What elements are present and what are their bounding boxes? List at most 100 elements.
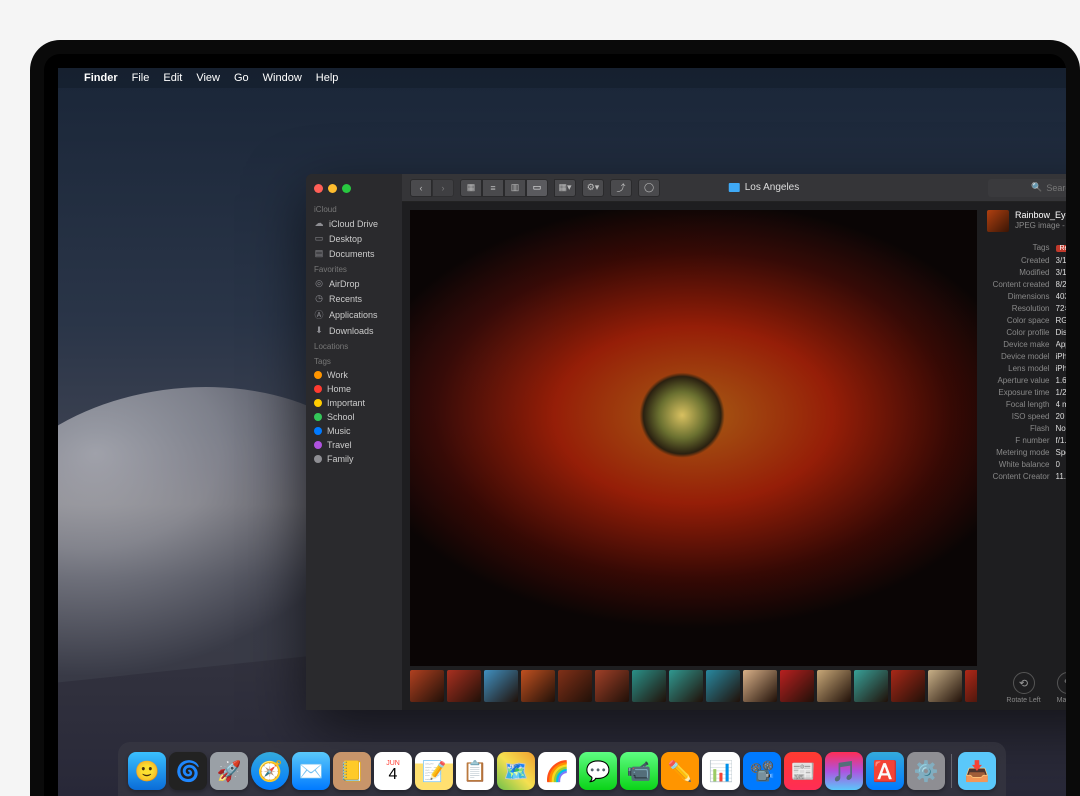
window-zoom-button[interactable] [342, 184, 351, 193]
app-menu[interactable]: Finder [84, 72, 118, 84]
menu-go[interactable]: Go [234, 72, 249, 84]
dock-keynote-icon[interactable]: 📽️ [743, 752, 781, 790]
dock-appstore-icon[interactable]: 🅰️ [866, 752, 904, 790]
thumbnail-item[interactable] [558, 670, 592, 702]
dock-photos-icon[interactable]: 🌈 [538, 752, 576, 790]
thumbnail-item[interactable] [706, 670, 740, 702]
nav-back-button[interactable]: ‹ [410, 179, 432, 197]
dock-finder-icon[interactable]: 🙂 [128, 752, 166, 790]
metadata-row: F numberf/1.8 [987, 435, 1066, 447]
tag-dot-icon [314, 455, 322, 463]
metadata-row: Created3/12/18, 11:34 AM [987, 255, 1066, 267]
dock-itunes-icon[interactable]: 🎵 [825, 752, 863, 790]
metadata-row: Device makeApple [987, 339, 1066, 351]
dock-facetime-icon[interactable]: 📹 [620, 752, 658, 790]
metadata-row: Metering modeSpot [987, 447, 1066, 459]
sidebar-tag-family[interactable]: Family [306, 452, 402, 466]
dock-reminders-icon[interactable]: 📋 [456, 752, 494, 790]
thumbnail-item[interactable] [484, 670, 518, 702]
dock-calendar-icon[interactable]: JUN4 [374, 752, 412, 790]
menu-help[interactable]: Help [316, 72, 339, 84]
dock-preferences-icon[interactable]: ⚙️ [907, 752, 945, 790]
metadata-row: Modified3/12/18, 11:34 AM [987, 267, 1066, 279]
menu-view[interactable]: View [196, 72, 220, 84]
sidebar-tag-school[interactable]: School [306, 410, 402, 424]
thumbnail-item[interactable] [891, 670, 925, 702]
dock-messages-icon[interactable]: 💬 [579, 752, 617, 790]
dock-mail-icon[interactable]: ✉️ [292, 752, 330, 790]
dock-downloads-icon[interactable]: 📥 [958, 752, 996, 790]
view-gallery-button[interactable]: ▭ [526, 179, 548, 197]
thumbnail-item[interactable] [743, 670, 777, 702]
menu-window[interactable]: Window [263, 72, 302, 84]
metadata-row: White balance0 [987, 459, 1066, 471]
dock-notes-icon[interactable]: 📝 [415, 752, 453, 790]
dock-siri-icon[interactable]: 🌀 [169, 752, 207, 790]
window-close-button[interactable] [314, 184, 323, 193]
thumbnail-item[interactable] [854, 670, 888, 702]
thumbnail-item[interactable] [632, 670, 666, 702]
action-button[interactable]: ⚙▾ [582, 179, 604, 197]
info-thumbnail [987, 210, 1009, 232]
sidebar-tag-home[interactable]: Home [306, 382, 402, 396]
view-columnalt-button[interactable]: ▥ [504, 179, 526, 197]
menu-edit[interactable]: Edit [163, 72, 182, 84]
dock-contacts-icon[interactable]: 📒 [333, 752, 371, 790]
quick-action-markup[interactable]: ✎Markup [1057, 672, 1066, 704]
sidebar-group-tags: Tags [306, 353, 402, 368]
tag-dot-icon [314, 441, 322, 449]
gallery-preview [410, 210, 977, 666]
sidebar-item-applications[interactable]: ⒶApplications [306, 306, 402, 323]
sidebar-item-recents[interactable]: ◷Recents [306, 291, 402, 306]
view-icon-button[interactable]: ▦ [460, 179, 482, 197]
sidebar-item-icloud-drive[interactable]: ☁iCloud Drive [306, 216, 402, 231]
search-input[interactable]: 🔍 Search [988, 179, 1066, 197]
window-minimize-button[interactable] [328, 184, 337, 193]
thumbnail-item[interactable] [410, 670, 444, 702]
metadata-tag-badge[interactable]: Red [1056, 245, 1067, 252]
dock-safari-icon[interactable]: 🧭 [251, 752, 289, 790]
sidebar-group-icloud: iCloud [306, 201, 402, 216]
folder-icon [729, 183, 740, 192]
thumbnail-item[interactable] [780, 670, 814, 702]
airdrop-icon: ◎ [314, 278, 324, 289]
dock-numbers-icon[interactable]: 📊 [702, 752, 740, 790]
dock-maps-icon[interactable]: 🗺️ [497, 752, 535, 790]
tags-button[interactable]: ◯ [638, 179, 660, 197]
thumbnail-item[interactable] [965, 670, 977, 702]
thumbnail-item[interactable] [447, 670, 481, 702]
sidebar-item-airdrop[interactable]: ◎AirDrop [306, 276, 402, 291]
preview-image [410, 210, 977, 666]
gallery-thumbnails [410, 666, 977, 706]
sidebar-tag-music[interactable]: Music [306, 424, 402, 438]
thumbnail-item[interactable] [928, 670, 962, 702]
metadata-row: ISO speed20 [987, 411, 1066, 423]
tag-dot-icon [314, 413, 322, 421]
dock-pages-icon[interactable]: ✏️ [661, 752, 699, 790]
sidebar-item-downloads[interactable]: ⬇Downloads [306, 323, 402, 338]
thumbnail-item[interactable] [521, 670, 555, 702]
dock-launchpad-icon[interactable]: 🚀 [210, 752, 248, 790]
sidebar-tag-travel[interactable]: Travel [306, 438, 402, 452]
thumbnail-item[interactable] [669, 670, 703, 702]
thumbnail-item[interactable] [817, 670, 851, 702]
view-list-button[interactable]: ≡ [482, 179, 504, 197]
tag-dot-icon [314, 371, 322, 379]
dock-news-icon[interactable]: 📰 [784, 752, 822, 790]
metadata-row: Content created8/23/17, 4:03 PM [987, 279, 1066, 291]
arrange-button[interactable]: ▦▾ [554, 179, 576, 197]
applications-icon: Ⓐ [314, 308, 324, 321]
thumbnail-item[interactable] [595, 670, 629, 702]
share-button[interactable]: ⤴ [610, 179, 632, 197]
metadata-row: Focal length4 mm [987, 399, 1066, 411]
quick-action-rotate[interactable]: ⟲Rotate Left [1006, 672, 1040, 704]
metadata-row: Aperture value1.696 [987, 375, 1066, 387]
sidebar-item-desktop[interactable]: ▭Desktop [306, 231, 402, 246]
metadata-row: FlashNo [987, 423, 1066, 435]
metadata-row: Device modeliPhone X [987, 351, 1066, 363]
sidebar-tag-important[interactable]: Important [306, 396, 402, 410]
menu-file[interactable]: File [132, 72, 150, 84]
sidebar-item-documents[interactable]: ▤Documents [306, 246, 402, 261]
sidebar-tag-work[interactable]: Work [306, 368, 402, 382]
nav-forward-button[interactable]: › [432, 179, 454, 197]
